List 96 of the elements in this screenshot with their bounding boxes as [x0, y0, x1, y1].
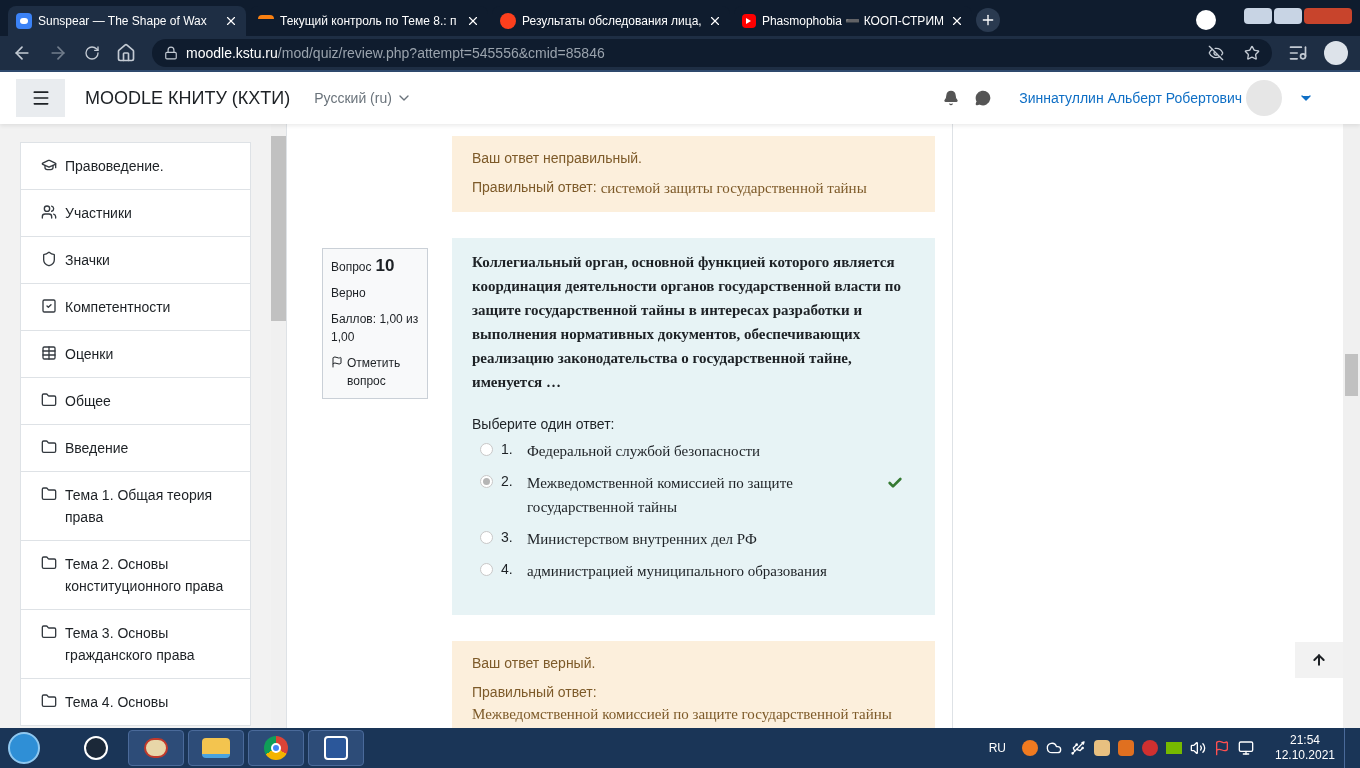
scrollbar[interactable] [1343, 124, 1360, 728]
radio-button[interactable] [480, 530, 493, 544]
question-score: Баллов: 1,00 из 1,00 [331, 311, 419, 346]
tab-title: Текущий контроль по Теме 8.: п [280, 13, 458, 30]
flag-question-link[interactable]: Отметить вопрос [331, 354, 419, 390]
chat-bubble-icon[interactable] [975, 90, 992, 106]
site-name[interactable]: MOODLE КНИТУ (КХТИ) [85, 84, 291, 112]
question-status: Верно [331, 285, 367, 302]
folder-icon [41, 624, 57, 640]
tray-app-icon[interactable] [1022, 740, 1038, 756]
word-taskbar-icon[interactable] [308, 730, 364, 766]
folder-icon [41, 392, 57, 408]
correct-answer-text: системой защиты государственной тайны [600, 179, 867, 198]
option-text: Межведомственной комиссией по защите государственной тайны [527, 473, 794, 517]
cloud-icon[interactable] [1046, 740, 1062, 756]
sidebar-item[interactable]: Тема 2. Основы конституционного права [20, 541, 251, 610]
answer-prompt: Выберите один ответ: [472, 414, 616, 434]
browser-tab[interactable]: Sunspear — The Shape of Wax [8, 6, 246, 36]
media-icon[interactable] [1288, 43, 1308, 63]
sidebar-item[interactable]: Оценки [20, 331, 251, 378]
home-icon[interactable] [116, 43, 136, 63]
language-menu[interactable]: Русский (ru) [314, 87, 412, 109]
sidebar-item[interactable]: Компетентности [20, 284, 251, 331]
star-icon[interactable] [1244, 45, 1260, 61]
reload-icon[interactable] [84, 45, 100, 61]
option-text: администрацией муниципального образования [527, 561, 827, 581]
users-icon [41, 204, 57, 220]
url-text: moodle.kstu.ru/mod/quiz/review.php?attempt=545556&cmid=85846 [186, 43, 605, 63]
address-bar[interactable]: moodle.kstu.ru/mod/quiz/review.php?attempt=545556&cmid=85846 [152, 39, 1272, 67]
language-indicator[interactable]: RU [988, 739, 1006, 757]
play-icon [742, 14, 756, 28]
close-icon[interactable] [466, 14, 480, 28]
question-label: Вопрос [331, 259, 372, 276]
tab-title: Phasmophobia ➖ КООП-СТРИМ [761, 13, 944, 30]
option-text: Федеральной службой безопасности [527, 441, 762, 461]
folder-icon [41, 693, 57, 709]
tray-app-icon[interactable] [1118, 740, 1134, 756]
maximize-icon[interactable] [1274, 8, 1302, 24]
sidebar-item[interactable]: Тема 3. Основы гражданского права [20, 610, 251, 679]
folder-icon [41, 486, 57, 502]
new-tab-button[interactable] [976, 8, 1000, 32]
eye-off-icon[interactable] [1208, 45, 1224, 61]
yandex-logo-icon [500, 13, 516, 29]
user-name-link[interactable]: Зиннатуллин Альберт Робертович [1019, 87, 1242, 109]
tray-app-icon[interactable] [1094, 740, 1110, 756]
table-icon [41, 345, 57, 361]
flag-icon[interactable] [1214, 740, 1230, 756]
radio-button[interactable] [480, 562, 493, 576]
tab-title: Sunspear — The Shape of Wax [38, 13, 208, 30]
correct-answer-label: Правильный ответ: [472, 682, 597, 702]
usb-icon[interactable] [1070, 740, 1086, 756]
sidebar-item[interactable]: Участники [20, 190, 251, 237]
sidebar-item[interactable]: Введение [20, 425, 251, 472]
feedback-verdict: Ваш ответ верный. [472, 653, 597, 673]
lock-icon [164, 46, 178, 60]
option-number: 2. [501, 471, 514, 491]
network-icon[interactable] [1238, 740, 1254, 756]
clock[interactable]: 21:54 12.10.2021 [1270, 733, 1340, 763]
volume-icon[interactable] [1190, 740, 1206, 756]
question-number: 10 [375, 257, 395, 275]
correct-answer-label: Правильный ответ: [472, 178, 597, 197]
palette-taskbar-icon[interactable] [128, 730, 184, 766]
sidebar-item[interactable]: Тема 4. Основы [20, 679, 251, 726]
folder-icon [41, 439, 57, 455]
profile-avatar[interactable] [1324, 41, 1348, 65]
option-number: 3. [501, 527, 514, 547]
feedback-verdict: Ваш ответ неправильный. [472, 149, 643, 168]
bell-icon[interactable] [943, 90, 960, 106]
close-icon[interactable] [950, 14, 964, 28]
close-icon[interactable] [708, 14, 722, 28]
tray-app-icon[interactable] [1142, 740, 1158, 756]
folder-icon [41, 555, 57, 571]
option-text: Министерством внутренних дел РФ [527, 529, 758, 549]
radio-button[interactable] [480, 474, 493, 488]
close-icon[interactable] [224, 14, 238, 28]
flag-icon [331, 356, 343, 368]
folder-taskbar-icon[interactable] [188, 730, 244, 766]
sidebar-item[interactable]: Общее [20, 378, 251, 425]
sidebar-item[interactable]: Значки [20, 237, 251, 284]
correct-answer-text: Межведомственной комиссией по защите государственной тайны [472, 704, 892, 724]
sidebar-item[interactable]: Тема 1. Общая теория права [20, 472, 251, 541]
option-number: 4. [501, 559, 514, 579]
option-number: 1. [501, 439, 514, 459]
tab-title: Результаты обследования лица, [522, 13, 702, 30]
radio-button[interactable] [480, 442, 493, 456]
plus-icon [980, 12, 996, 28]
shield-icon [41, 251, 57, 267]
checkbox-icon [41, 298, 57, 314]
back-to-top-button[interactable] [1295, 642, 1343, 678]
minimize-icon[interactable] [1244, 8, 1272, 24]
menu-button[interactable] [16, 79, 65, 117]
question-text: Коллегиальный орган, основной функцией которого является координация деятельности органов государственной власти по защите государственной тайны в интересах разработки и выполнения нормативных документов, обеспечивающих реализацию законодательства о государственной тайне, именуется … [472, 252, 902, 392]
chrome-taskbar-icon[interactable] [248, 730, 304, 766]
graduation-cap-icon [41, 157, 57, 173]
chat-icon [16, 13, 32, 29]
sidebar-item[interactable]: Правоведение. [20, 143, 251, 190]
